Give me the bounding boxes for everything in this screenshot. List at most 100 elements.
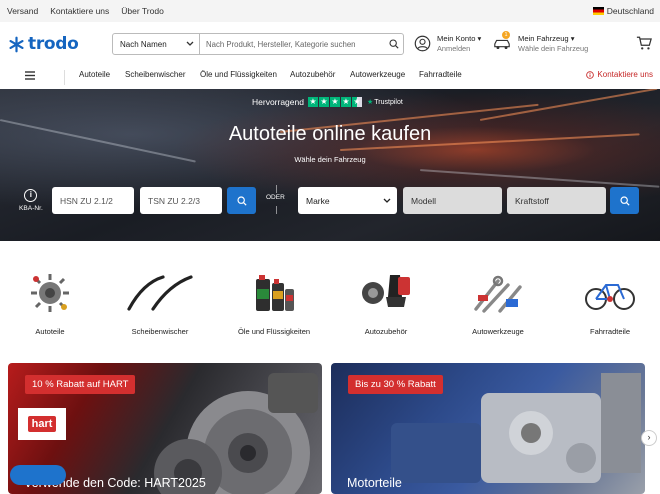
search-icon <box>389 39 399 49</box>
trust-label: Hervorragend <box>252 97 304 107</box>
trustpilot-brand-label: Trustpilot <box>374 98 403 106</box>
account-subtitle: Anmelden <box>437 44 471 53</box>
promo-card-motorteile[interactable]: Bis zu 30 % Rabatt Motorteile <box>331 363 645 494</box>
info-circle-icon: i <box>24 189 38 202</box>
hart-logo: hart <box>18 408 66 440</box>
promo-badge: 10 % Rabatt auf HART <box>25 375 136 394</box>
cart-icon <box>636 36 652 50</box>
model-select[interactable]: Modell <box>403 187 502 214</box>
star-icon: ★ <box>340 97 351 107</box>
nav-item-autowerkzeuge[interactable]: Autowerkzeuge <box>350 70 405 79</box>
hero-title: Autoteile online kaufen <box>228 123 432 145</box>
vehicle-badge: 1 <box>502 30 510 39</box>
category-label: Autozubehör <box>364 327 408 336</box>
top-utility-bar: Versand Kontaktiere uns Über Trodo Deuts… <box>0 0 660 22</box>
star-icon: ★ <box>329 97 340 107</box>
contact-label: Kontaktiere uns <box>597 70 653 79</box>
brand-select-value: Marke <box>306 195 330 206</box>
category-label: Autowerkzeuge <box>472 327 524 336</box>
category-scheibenwischer[interactable]: Scheibenwischer <box>110 269 210 336</box>
germany-flag-icon <box>592 7 604 15</box>
search-icon <box>236 195 247 206</box>
cart-button[interactable] <box>636 36 652 54</box>
category-label: Scheibenwischer <box>131 327 189 336</box>
nav-contact-link[interactable]: Kontaktiere uns <box>586 70 653 79</box>
search-bar: Nach Namen Nach Produkt, Hersteller, Kat… <box>112 33 404 55</box>
nav-divider <box>64 70 65 85</box>
category-oele[interactable]: Öle und Flüssigkeiten <box>224 269 324 336</box>
about-link[interactable]: Über Trodo <box>121 6 164 16</box>
contact-link[interactable]: Kontaktiere uns <box>50 6 109 16</box>
category-label: Autoteile <box>35 327 65 336</box>
account-title: Mein Konto <box>437 34 476 43</box>
vehicle-subtitle: Wähle dein Fahrzeug <box>518 44 589 53</box>
star-icon: ★ <box>307 97 318 107</box>
hsn-input[interactable]: HSN ZU 2.1/2 <box>52 187 134 214</box>
nav-item-oele[interactable]: Öle und Flüssigkeiten <box>200 70 277 79</box>
nav-item-fahrradteile[interactable]: Fahrradteile <box>419 70 462 79</box>
oil-icon <box>256 275 294 311</box>
category-autozubehoer[interactable]: Autozubehör <box>336 269 436 336</box>
menu-button[interactable] <box>25 71 35 83</box>
kba-label: KBA-Nr. <box>19 205 43 212</box>
user-icon <box>414 35 431 52</box>
star-icon: ★ <box>318 97 329 107</box>
logo[interactable]: trodo <box>8 34 79 54</box>
language-selector[interactable]: Deutschland <box>592 6 654 16</box>
info-icon <box>586 70 595 79</box>
category-autoteile[interactable]: Autoteile <box>0 269 100 336</box>
light-streak <box>479 89 658 121</box>
shipping-link[interactable]: Versand <box>7 6 38 16</box>
fuel-select[interactable]: Kraftstoff <box>507 187 606 214</box>
nav-item-autoteile[interactable]: Autoteile <box>79 70 110 79</box>
search-type-select[interactable]: Nach Namen <box>113 34 200 54</box>
car-icon <box>494 39 510 49</box>
bicycle-icon <box>585 284 635 310</box>
or-divider <box>276 206 277 214</box>
promo-title: Motorteile <box>347 476 402 490</box>
tsn-input[interactable]: TSN ZU 2.2/3 <box>140 187 222 214</box>
trustpilot-logo-icon: ★ <box>366 99 374 106</box>
engine-parts-icon <box>31 274 69 312</box>
snowflake-logo-icon <box>9 36 24 52</box>
trustpilot-stars: ★ ★ ★ ★ ★ <box>307 97 363 107</box>
promo-badge: Bis zu 30 % Rabatt <box>348 375 443 394</box>
search-type-value: Nach Namen <box>120 39 167 49</box>
header: trodo Nach Namen Nach Produkt, Herstelle… <box>0 22 660 66</box>
logo-text: trodo <box>28 34 79 54</box>
tools-icon <box>474 275 522 313</box>
search-input[interactable]: Nach Produkt, Hersteller, Kategorie such… <box>200 34 385 54</box>
hamburger-icon <box>25 71 35 80</box>
or-label: ODER <box>266 194 285 201</box>
account-menu[interactable]: Mein Konto ▾ Anmelden <box>414 34 481 53</box>
brake-disc-image <box>154 373 318 494</box>
chevron-right-icon: › <box>647 432 651 442</box>
seat-icon <box>362 275 410 307</box>
category-label: Öle und Flüssigkeiten <box>237 327 311 336</box>
light-streak <box>419 169 660 188</box>
kba-info[interactable]: i KBA-Nr. <box>19 189 43 212</box>
category-label: Fahrradteile <box>589 327 631 336</box>
wiper-icon <box>127 275 193 311</box>
trustpilot-rating[interactable]: Hervorragend ★ ★ ★ ★ ★ ★ Trustpilot <box>252 97 403 107</box>
carousel-next-button[interactable]: › <box>641 430 657 446</box>
hero-banner: Hervorragend ★ ★ ★ ★ ★ ★ Trustpilot Autot… <box>0 89 660 241</box>
vehicle-search-button[interactable] <box>610 187 639 214</box>
brand-select[interactable]: Marke <box>298 187 397 214</box>
search-icon <box>619 195 630 206</box>
category-autowerkzeuge[interactable]: Autowerkzeuge <box>448 269 548 336</box>
search-button[interactable] <box>385 34 403 54</box>
category-fahrradteile[interactable]: Fahrradteile <box>560 269 660 336</box>
half-star-icon: ★ <box>351 97 362 107</box>
hero-subtitle: Wähle dein Fahrzeug <box>294 155 366 164</box>
vehicle-menu[interactable]: 1 Mein Fahrzeug ▾ Wähle dein Fahrzeug <box>493 30 589 53</box>
main-navigation: Autoteile Scheibenwischer Öle und Flüssi… <box>0 66 660 89</box>
trustpilot-brand: ★ Trustpilot <box>366 98 403 107</box>
chevron-down-icon <box>383 198 391 203</box>
chevron-down-icon <box>186 41 194 46</box>
hart-logo-text: hart <box>27 416 57 432</box>
nav-item-autozubehoer[interactable]: Autozubehör <box>290 70 335 79</box>
chat-button[interactable] <box>10 465 66 485</box>
kba-search-button[interactable] <box>227 187 256 214</box>
nav-item-scheibenwischer[interactable]: Scheibenwischer <box>125 70 185 79</box>
